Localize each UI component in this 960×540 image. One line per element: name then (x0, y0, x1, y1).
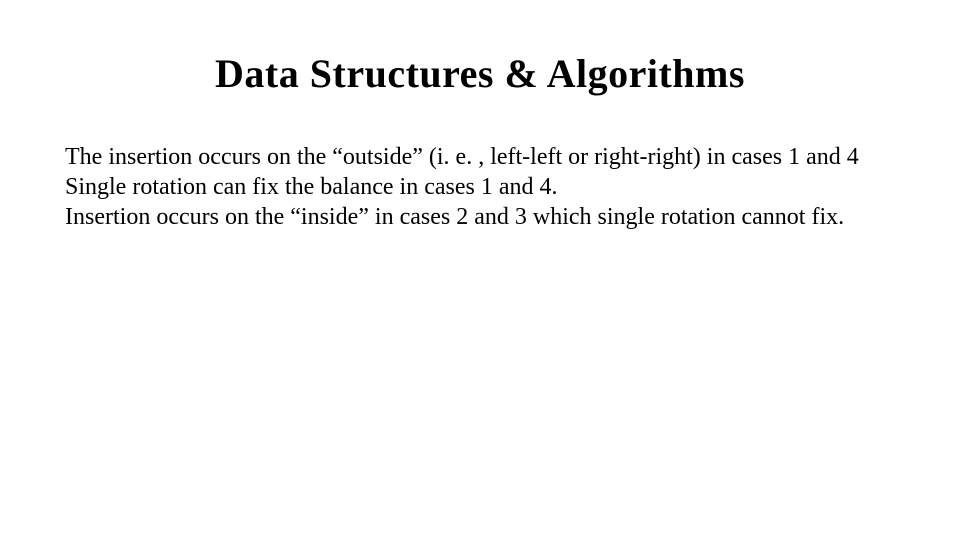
body-paragraph: Single rotation can fix the balance in c… (65, 172, 895, 202)
slide-title: Data Structures & Algorithms (65, 50, 895, 97)
body-paragraph: Insertion occurs on the “inside” in case… (65, 202, 895, 232)
body-paragraph: The insertion occurs on the “outside” (i… (65, 142, 895, 172)
slide-body: The insertion occurs on the “outside” (i… (65, 142, 895, 232)
slide: Data Structures & Algorithms The inserti… (0, 0, 960, 540)
